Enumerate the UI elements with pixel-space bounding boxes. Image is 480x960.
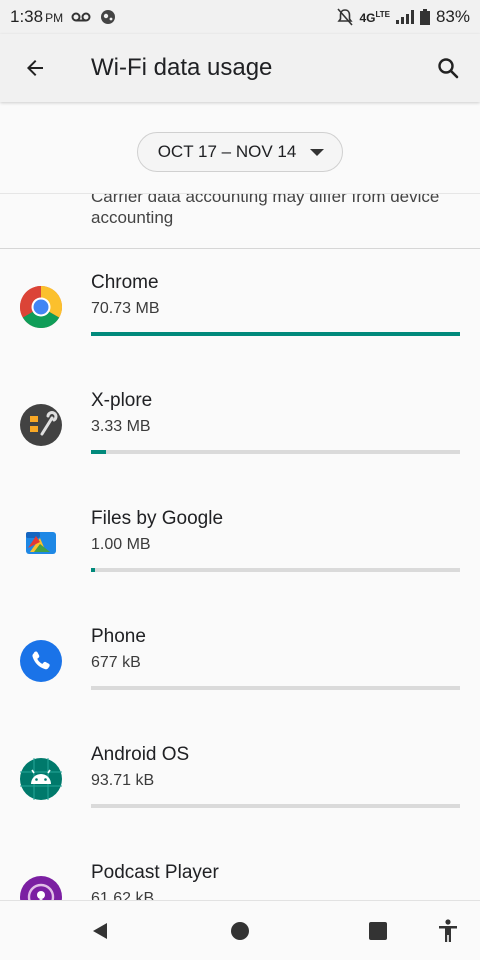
nav-back-icon: [93, 923, 107, 939]
arrow-back-icon: [27, 60, 43, 76]
podcast-icon: [20, 876, 62, 900]
usage-bar: [91, 450, 460, 454]
app-name: Podcast Player: [91, 862, 219, 883]
app-name: Files by Google: [91, 508, 224, 529]
app-row-xplore[interactable]: X-plore 3.33 MB: [0, 367, 480, 485]
app-usage: 1.00 MB: [91, 536, 151, 553]
status-time: 1:38 PM: [10, 7, 63, 27]
carrier-note-clip: Carrier data accounting may differ from …: [0, 194, 480, 228]
network-type: 4GLTE: [359, 10, 390, 25]
scroll-edge: [0, 193, 480, 194]
status-right: 4GLTE 83%: [337, 7, 470, 27]
app-name: Android OS: [91, 744, 190, 765]
network-sup: LTE: [375, 9, 390, 19]
carrier-note: Carrier data accounting may differ from …: [91, 194, 440, 227]
date-range-wrap: OCT 17 – NOV 14: [0, 132, 480, 172]
files-icon: [26, 532, 56, 554]
app-usage-list: Chrome 70.73 MB X-plore 3.33 MB Files by…: [0, 249, 480, 900]
battery-percent: 83%: [435, 7, 470, 26]
signal-icon: [395, 10, 414, 24]
nav-recents-icon: [369, 922, 387, 940]
app-row-files[interactable]: Files by Google 1.00 MB: [0, 485, 480, 603]
notifications-off-icon: [337, 8, 354, 26]
phone-icon: [20, 640, 62, 682]
usage-fill: [91, 450, 106, 454]
usage-fill: [91, 568, 96, 572]
app-name: Chrome: [91, 272, 159, 293]
app-usage: 61.62 kB: [91, 890, 155, 900]
status-bar: 1:38 PM 4GLTE 83%: [0, 0, 480, 34]
search-button[interactable]: [416, 34, 480, 102]
app-row-phone[interactable]: Phone 677 kB: [0, 603, 480, 721]
nav-home-icon: [231, 922, 249, 940]
usage-bar: [91, 568, 460, 572]
status-left: 1:38 PM: [10, 7, 117, 27]
nav-home-button[interactable]: [210, 901, 270, 960]
android-icon: [20, 758, 62, 800]
nav-recents-button[interactable]: [348, 901, 408, 960]
usage-bar: [91, 332, 460, 336]
app-usage: 677 kB: [91, 654, 141, 671]
date-range-dropdown[interactable]: OCT 17 – NOV 14: [136, 132, 344, 172]
app-row-android-os[interactable]: Android OS 93.71 kB: [0, 721, 480, 839]
date-range-label: OCT 17 – NOV 14: [157, 142, 297, 161]
app-name: Phone: [91, 626, 146, 647]
app-name: X-plore: [91, 390, 153, 411]
notification-app-icon: [101, 10, 116, 24]
app-usage: 70.73 MB: [91, 300, 160, 317]
navigation-bar: [0, 900, 480, 960]
dropdown-caret-icon: [310, 148, 325, 156]
battery-icon: [419, 9, 430, 25]
chrome-icon: [20, 286, 62, 328]
nav-back-button[interactable]: [70, 901, 130, 960]
usage-bar: [91, 804, 460, 808]
back-button[interactable]: [0, 34, 70, 102]
app-row-podcast-player[interactable]: Podcast Player 61.62 kB: [0, 839, 480, 900]
page-title: Wi-Fi data usage: [91, 54, 273, 81]
voicemail-icon: [71, 12, 91, 22]
usage-fill: [91, 332, 460, 336]
app-usage: 3.33 MB: [91, 418, 151, 435]
time-value: 1:38: [10, 7, 44, 26]
accessibility-icon: [439, 919, 457, 942]
app-usage: 93.71 kB: [91, 772, 155, 789]
network-label: 4G: [359, 10, 376, 25]
xplore-icon: [20, 404, 62, 446]
time-ampm: PM: [45, 11, 64, 25]
search-icon: [438, 58, 459, 79]
app-bar: Wi-Fi data usage: [0, 34, 480, 102]
accessibility-button[interactable]: [418, 901, 478, 960]
usage-bar: [91, 686, 460, 690]
app-row-chrome[interactable]: Chrome 70.73 MB: [0, 249, 480, 367]
